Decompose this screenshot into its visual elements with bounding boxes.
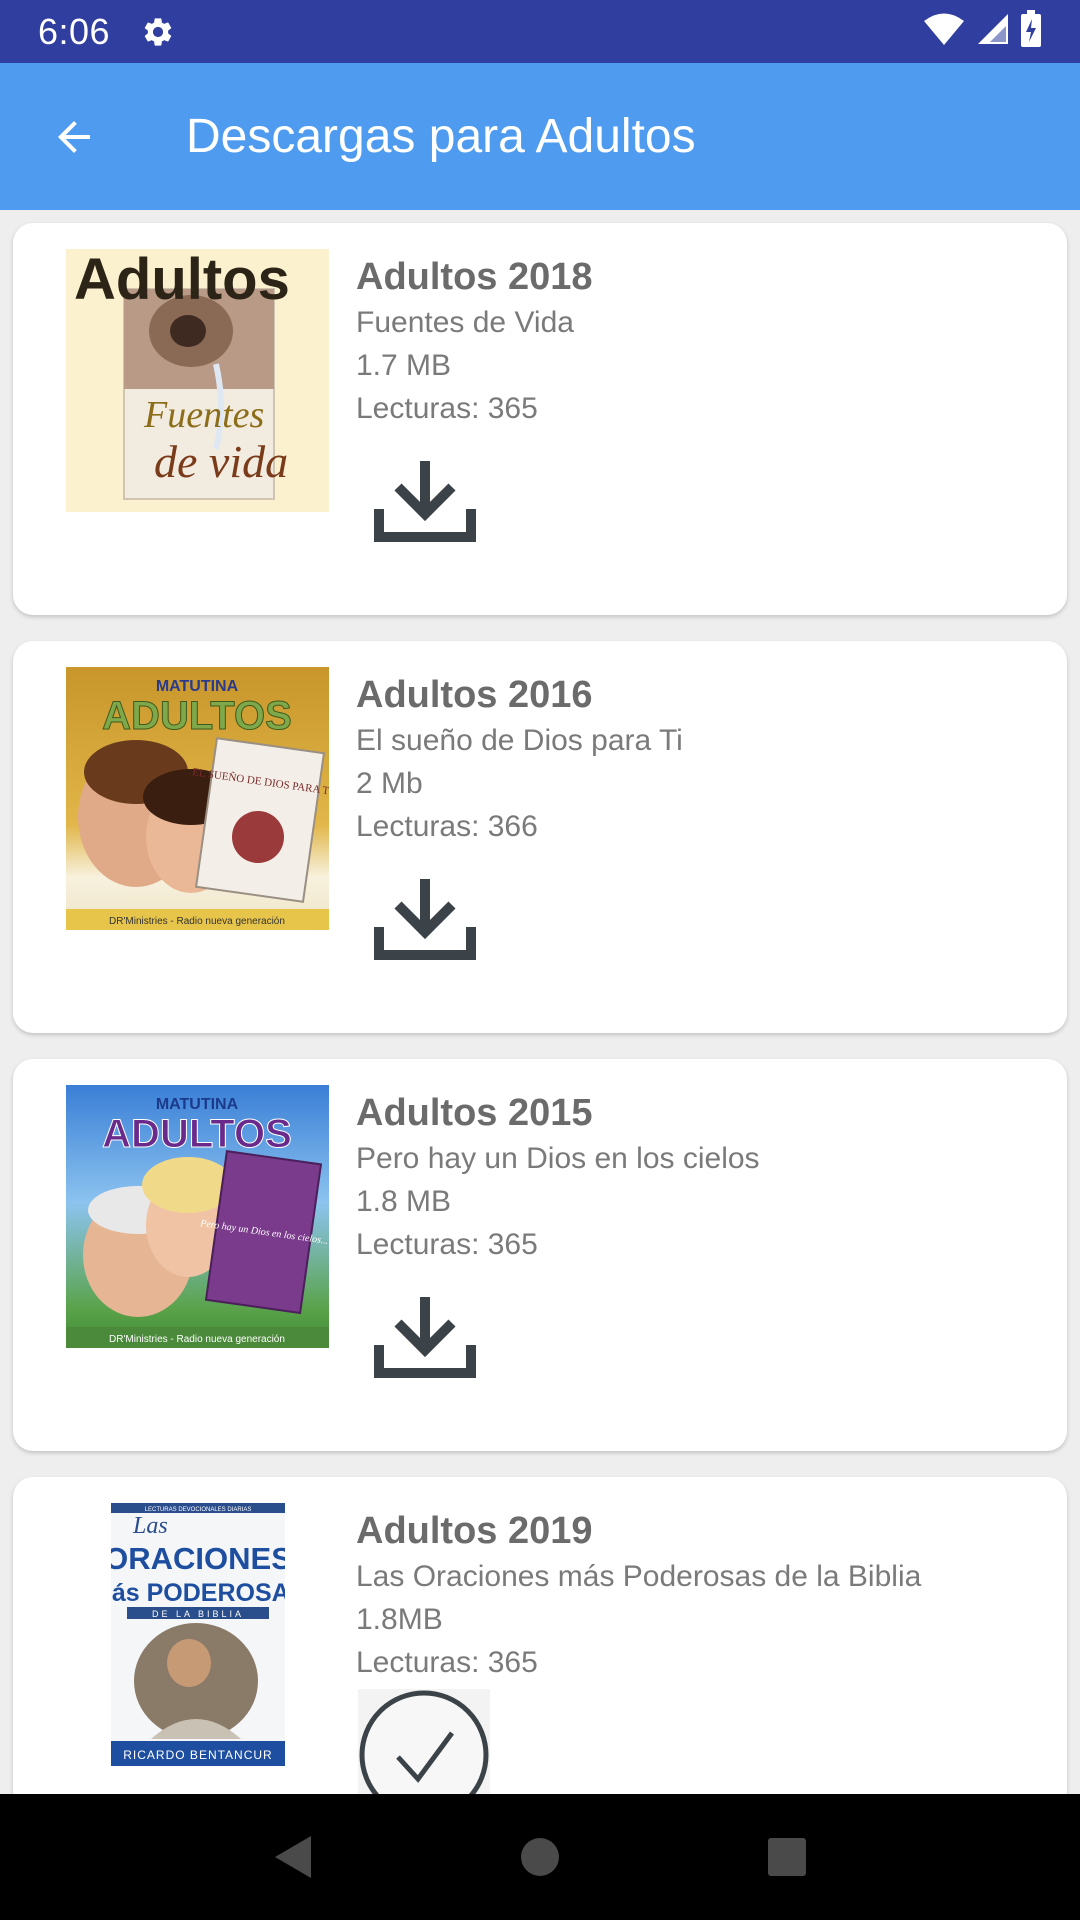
item-info: Adultos 2016 El sueño de Dios para Ti 2 … [356, 671, 1047, 848]
download-button[interactable] [370, 875, 480, 965]
check-circle-icon [358, 1689, 490, 1794]
cover-heading: más PODEROSAS [111, 1579, 285, 1607]
item-info: Adultos 2019 Las Oraciones más Poderosas… [356, 1507, 1047, 1684]
downloads-list[interactable]: Adultos Fuentes de vida Adultos 2018 Fue… [0, 210, 1080, 1794]
cover-heading: Adultos [74, 249, 290, 312]
cover-footer: RICARDO BENTANCUR [123, 1748, 272, 1762]
list-item[interactable]: MATUTINA ADULTOS Pero hay un Dios en los… [13, 1059, 1067, 1451]
download-icon [374, 1297, 476, 1378]
item-info: Adultos 2018 Fuentes de Vida 1.7 MB Lect… [356, 253, 1047, 430]
item-info: Adultos 2015 Pero hay un Dios en los cie… [356, 1089, 1047, 1266]
nav-home-button[interactable] [495, 1812, 585, 1902]
navigation-bar [0, 1794, 1080, 1920]
item-readings: Lecturas: 365 [356, 1646, 538, 1679]
item-title: Adultos 2018 [356, 256, 593, 298]
cover-text: de vida [154, 436, 288, 487]
home-circle-icon [520, 1838, 559, 1876]
cover-heading: DE LA BIBLIA [152, 1609, 244, 1619]
back-button[interactable] [26, 89, 122, 185]
item-size: 1.8MB [356, 1603, 443, 1636]
recents-square-icon [767, 1838, 806, 1876]
cover-image: LECTURAS DEVOCIONALES DIARIAS Las ORACIO… [111, 1503, 285, 1766]
cover-heading: Las [132, 1513, 168, 1539]
cover-footer: DR'Ministries - Radio nueva generación [109, 916, 285, 927]
cover-text: Fuentes [143, 394, 264, 436]
download-icon [374, 879, 476, 960]
item-subtitle: Las Oraciones más Poderosas de la Biblia [356, 1560, 922, 1593]
cover-image: MATUTINA ADULTOS EL SUEÑO DE DIOS PARA T… [66, 667, 329, 930]
cover-top: MATUTINA [156, 678, 239, 695]
cover-image: Adultos Fuentes de vida [66, 249, 329, 512]
back-triangle-icon [275, 1836, 312, 1878]
item-size: 1.8 MB [356, 1185, 452, 1218]
item-readings: Lecturas: 365 [356, 392, 538, 425]
cover-image: MATUTINA ADULTOS Pero hay un Dios en los… [66, 1085, 329, 1348]
item-subtitle: Pero hay un Dios en los cielos [356, 1142, 760, 1175]
cover-heading: ADULTOS [102, 1112, 292, 1156]
downloaded-button[interactable] [356, 1687, 492, 1794]
item-subtitle: Fuentes de Vida [356, 306, 574, 339]
item-title: Adultos 2015 [356, 1092, 593, 1134]
page-title: Descargas para Adultos [186, 110, 696, 163]
item-title: Adultos 2016 [356, 674, 593, 716]
list-item[interactable]: MATUTINA ADULTOS EL SUEÑO DE DIOS PARA T… [13, 641, 1067, 1033]
list-item[interactable]: LECTURAS DEVOCIONALES DIARIAS Las ORACIO… [13, 1477, 1067, 1794]
app-bar: Descargas para Adultos [0, 63, 1080, 210]
item-subtitle: El sueño de Dios para Ti [356, 724, 683, 757]
item-readings: Lecturas: 365 [356, 1228, 538, 1261]
status-time: 6:06 [38, 10, 111, 52]
gear-icon [138, 12, 178, 52]
cover-top: MATUTINA [156, 1096, 239, 1113]
download-button[interactable] [370, 1293, 480, 1383]
item-title: Adultos 2019 [356, 1510, 593, 1552]
nav-recents-button[interactable] [742, 1812, 832, 1902]
nav-back-button[interactable] [248, 1812, 338, 1902]
cover-heading: ORACIONES [111, 1541, 285, 1576]
item-size: 1.7 MB [356, 349, 452, 382]
wifi-icon [922, 12, 966, 51]
list-item[interactable]: Adultos Fuentes de vida Adultos 2018 Fue… [13, 223, 1067, 615]
status-icons [922, 10, 1042, 53]
cover-heading: ADULTOS [102, 694, 292, 738]
download-button[interactable] [370, 457, 480, 547]
item-readings: Lecturas: 366 [356, 810, 538, 843]
item-size: 2 Mb [356, 767, 423, 800]
download-icon [374, 461, 476, 542]
signal-icon [976, 12, 1010, 51]
arrow-left-icon [58, 120, 90, 153]
cover-footer: DR'Ministries - Radio nueva generación [109, 1334, 285, 1345]
battery-icon [1020, 10, 1042, 53]
status-bar: 6:06 [0, 0, 1080, 63]
